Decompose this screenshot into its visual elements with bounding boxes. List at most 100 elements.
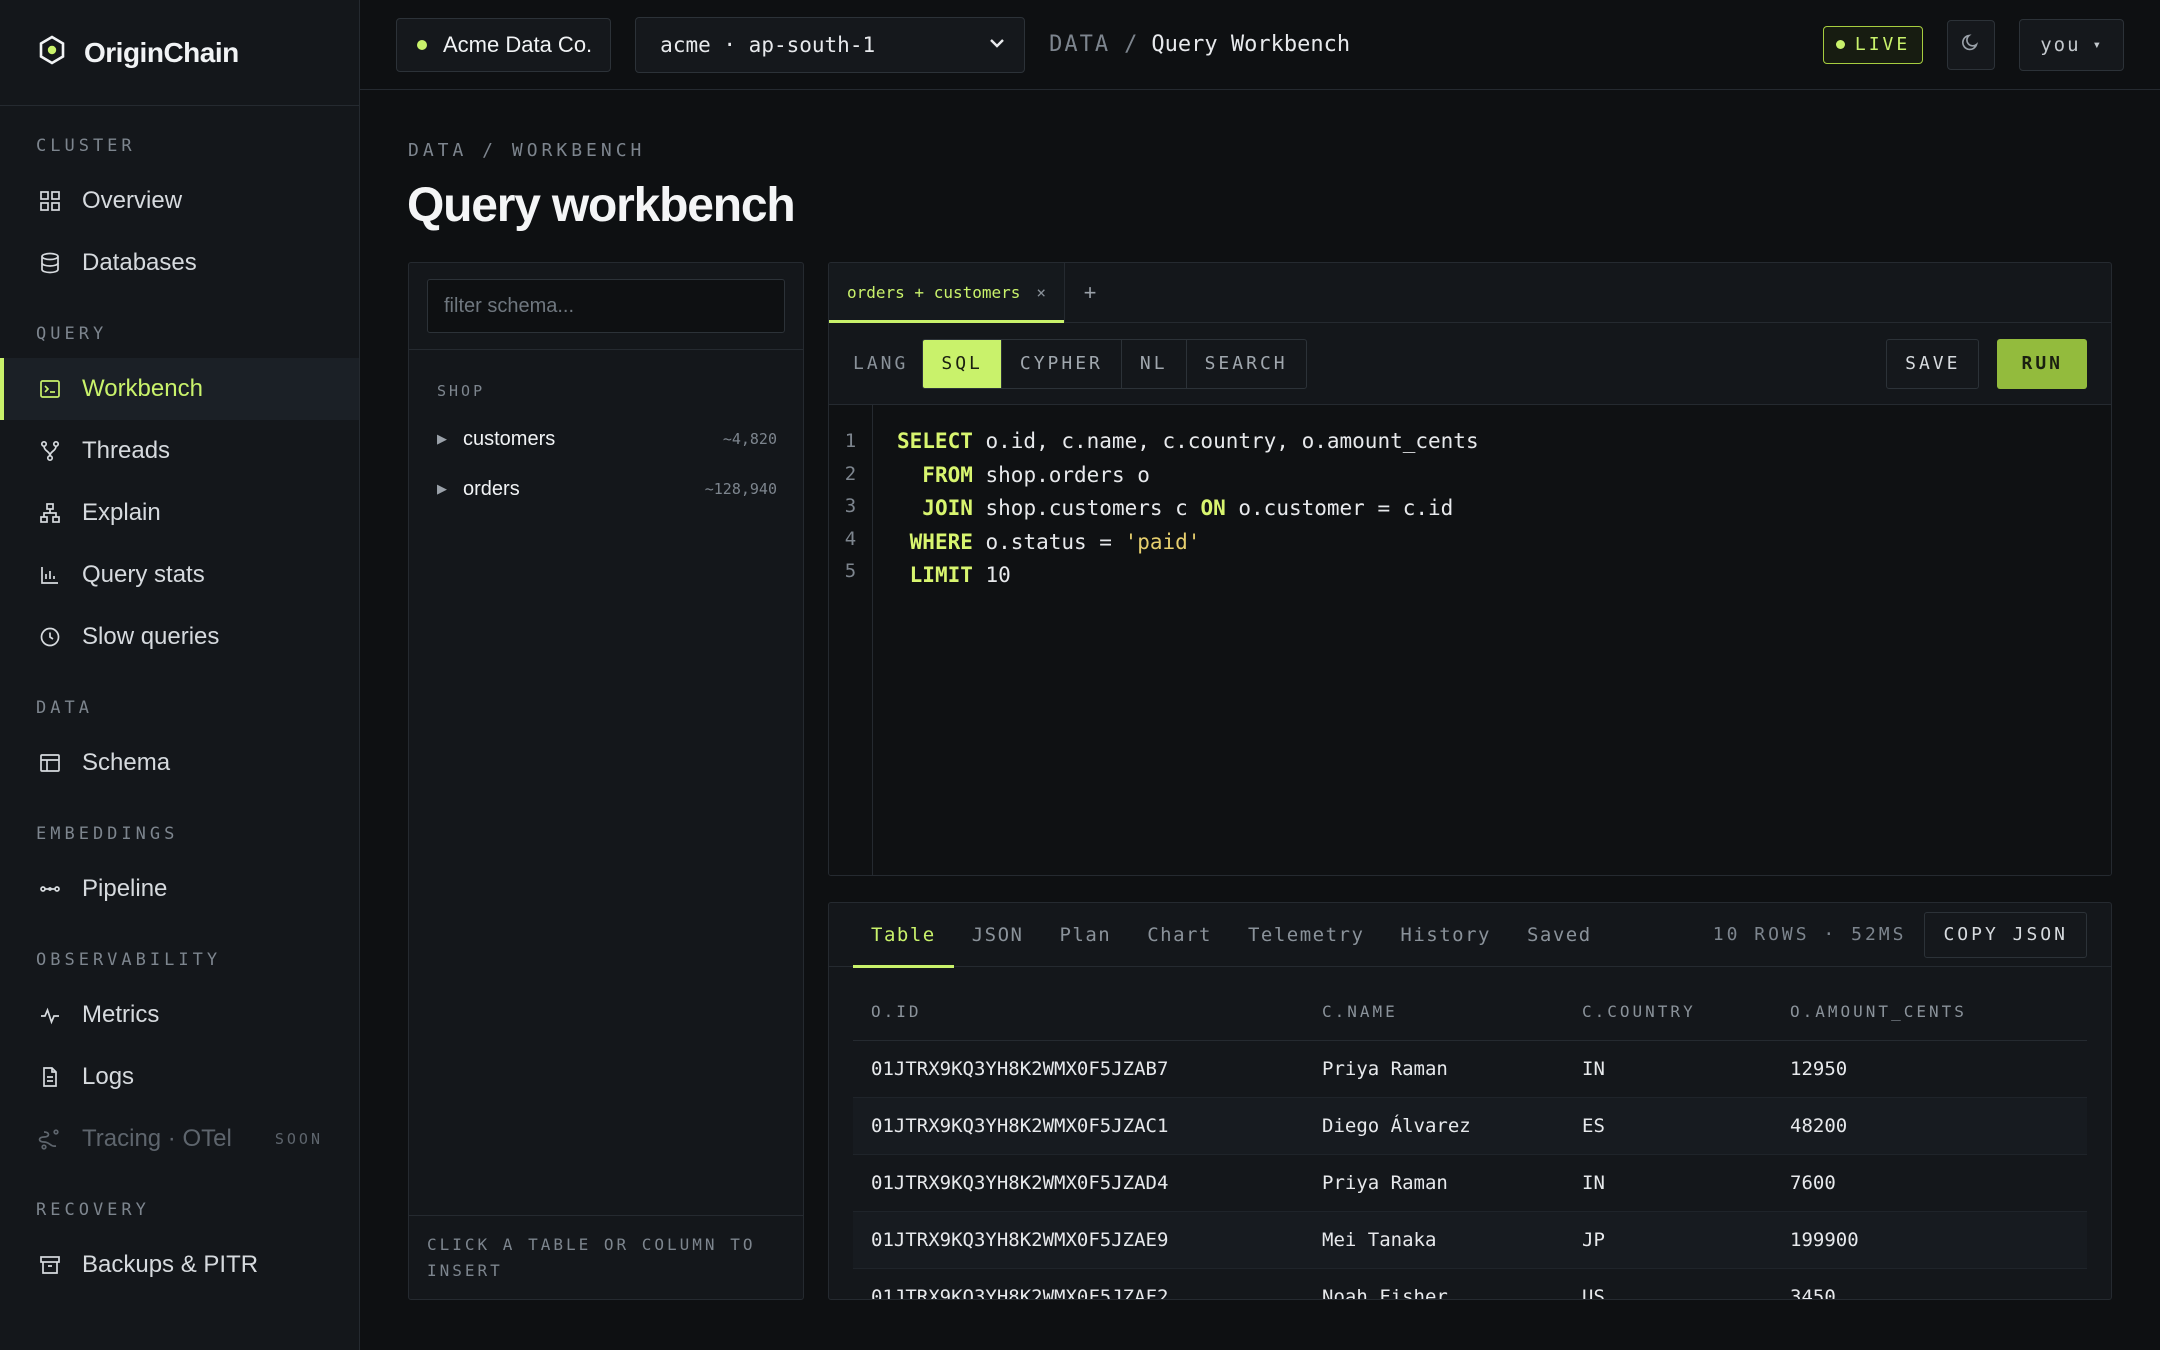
- table-cell: 01JTRX9KQ3YH8K2WMX0F5JZAD4: [871, 1172, 1169, 1194]
- schema-filter-input[interactable]: [427, 279, 785, 333]
- breadcrumb-current: Query Workbench: [1151, 32, 1351, 57]
- sidebar-nav: CLUSTER Overview Databases QUERY Workbench Th…: [0, 106, 359, 1296]
- theme-toggle-button[interactable]: [1947, 19, 1996, 70]
- column-header[interactable]: C.NAME: [1322, 1002, 1582, 1021]
- sql-keyword: ON: [1200, 496, 1226, 520]
- sql-text: o.id, c.name, c.country, o.amount_cents: [972, 429, 1479, 453]
- sql-text: 10: [972, 563, 1011, 587]
- table-cell: 01JTRX9KQ3YH8K2WMX0F5JZAE9: [871, 1229, 1169, 1251]
- results-tab-history[interactable]: History: [1382, 903, 1509, 967]
- column-header[interactable]: O.AMOUNT_CENTS: [1790, 1002, 2087, 1021]
- org-switcher[interactable]: Acme Data Co.: [396, 17, 612, 72]
- results-tab-table[interactable]: Table: [853, 903, 954, 968]
- sidebar-item-pipeline[interactable]: Pipeline: [0, 858, 359, 920]
- sidebar-item-explain[interactable]: Explain: [0, 482, 359, 544]
- table-row[interactable]: 01JTRX9KQ3YH8K2WMX0F5JZAF2 Noah Fisher US 3…: [853, 1269, 2087, 1300]
- close-icon[interactable]: ×: [1036, 283, 1046, 302]
- lang-option-sql[interactable]: SQL: [923, 339, 1001, 388]
- line-number: 3: [844, 495, 857, 517]
- sidebar-item-label: Tracing · OTel: [82, 1125, 232, 1152]
- schema-table-customers[interactable]: ▶ customers ~4,820: [409, 414, 803, 464]
- logo-hexagon-icon: [36, 34, 68, 71]
- live-badge: LIVE: [1822, 25, 1924, 64]
- column-header[interactable]: O.ID: [853, 1002, 1322, 1021]
- results-tab-plan[interactable]: Plan: [1041, 903, 1129, 967]
- table-row[interactable]: 01JTRX9KQ3YH8K2WMX0F5JZAC1 Diego Álvarez E…: [853, 1098, 2087, 1155]
- nav-section-label: RECOVERY: [36, 1200, 150, 1220]
- sidebar-item-label: Overview: [82, 187, 183, 214]
- schema-table-count: ~128,940: [704, 480, 777, 498]
- schema-table-count: ~4,820: [722, 430, 777, 448]
- results-tab-json[interactable]: JSON: [954, 903, 1042, 967]
- nav-section-label: OBSERVABILITY: [36, 950, 222, 970]
- lang-option-search[interactable]: SEARCH: [1185, 339, 1306, 388]
- cluster-value: acme · ap-south-1: [660, 32, 876, 57]
- sql-text: shop.orders o: [972, 462, 1150, 487]
- table-cell: US: [1582, 1286, 1605, 1300]
- run-button[interactable]: RUN: [1997, 338, 2087, 389]
- editor-panel: orders + customers × + LANG SQL CYPHER NL S…: [828, 262, 2112, 876]
- sidebar-item-workbench[interactable]: Workbench: [0, 358, 359, 420]
- branch-icon: [38, 439, 62, 463]
- nav-section: QUERY Workbench Threads Explain Query stats S…: [0, 294, 359, 668]
- code-editor[interactable]: 1 2 3 4 5 SELECT o.id, c.name, c.country, o.…: [829, 405, 2111, 875]
- table-cell: 01JTRX9KQ3YH8K2WMX0F5JZAF2: [871, 1286, 1169, 1300]
- sidebar-item-label: Explain: [82, 499, 161, 526]
- table-cell: ES: [1582, 1115, 1605, 1137]
- line-number: 4: [844, 527, 857, 550]
- sidebar-item-threads[interactable]: Threads: [0, 420, 359, 482]
- sidebar-item-metrics[interactable]: Metrics: [0, 984, 359, 1046]
- nav-section: RECOVERY Backups & PITR: [0, 1170, 359, 1296]
- copy-json-button[interactable]: COPY JSON: [1924, 911, 2087, 958]
- sidebar-item-label: Backups & PITR: [82, 1251, 259, 1278]
- schema-table-orders[interactable]: ▶ orders ~128,940: [409, 464, 803, 514]
- breadcrumb-section[interactable]: DATA: [1049, 32, 1110, 57]
- editor-tab-label: orders + customers: [847, 283, 1021, 302]
- org-name: Acme Data Co.: [443, 31, 593, 57]
- brand[interactable]: OriginChain: [0, 0, 359, 106]
- sidebar-item-backups-pitr[interactable]: Backups & PITR: [0, 1234, 359, 1296]
- sidebar-item-overview[interactable]: Overview: [0, 170, 359, 232]
- trace-icon: [38, 1127, 62, 1151]
- sidebar-item-label: Pipeline: [82, 875, 168, 902]
- table-row[interactable]: 01JTRX9KQ3YH8K2WMX0F5JZAD4 Priya Raman IN 7…: [853, 1155, 2087, 1212]
- sidebar-item-slow-queries[interactable]: Slow queries: [0, 606, 359, 668]
- table-cell: IN: [1582, 1058, 1605, 1080]
- sidebar: OriginChain CLUSTER Overview Databases QUER…: [0, 0, 360, 1350]
- add-tab-button[interactable]: +: [1065, 263, 1115, 322]
- user-menu-button[interactable]: you ▾: [2019, 18, 2124, 71]
- cluster-select[interactable]: acme · ap-south-1: [635, 16, 1026, 73]
- table-icon: [38, 751, 62, 775]
- results-tab-telemetry[interactable]: Telemetry: [1230, 903, 1382, 967]
- table-row[interactable]: 01JTRX9KQ3YH8K2WMX0F5JZAE9 Mei Tanaka JP 19…: [853, 1212, 2087, 1269]
- table-cell: Priya Raman: [1322, 1172, 1448, 1194]
- editor-tab[interactable]: orders + customers ×: [829, 263, 1066, 323]
- sidebar-item-label: Databases: [82, 249, 197, 276]
- sidebar-item-label: Metrics: [82, 1001, 160, 1028]
- nav-section: DATA Schema: [0, 668, 359, 794]
- lang-option-cypher[interactable]: CYPHER: [1000, 339, 1121, 388]
- table-cell: Mei Tanaka: [1322, 1229, 1437, 1251]
- lang-option-nl[interactable]: NL: [1120, 339, 1186, 388]
- sidebar-item-query-stats[interactable]: Query stats: [0, 544, 359, 606]
- breadcrumb: DATA / Query Workbench: [1049, 32, 1350, 57]
- editor-tabs: orders + customers × +: [829, 263, 2111, 323]
- nav-section: CLUSTER Overview Databases: [0, 106, 359, 294]
- sidebar-item-schema[interactable]: Schema: [0, 732, 359, 794]
- column-header[interactable]: C.COUNTRY: [1582, 1002, 1790, 1021]
- schema-group-label: SHOP: [437, 382, 486, 400]
- code-text[interactable]: SELECT o.id, c.name, c.country, o.amount…: [873, 405, 1479, 875]
- bar-chart-icon: [38, 563, 62, 587]
- results-meta: 10 ROWS · 52MS: [1712, 924, 1907, 945]
- table-cell: 48200: [1790, 1115, 1848, 1137]
- sidebar-item-logs[interactable]: Logs: [0, 1046, 359, 1108]
- table-row[interactable]: 01JTRX9KQ3YH8K2WMX0F5JZAB7 Priya Raman IN 1…: [853, 1041, 2087, 1098]
- results-tab-chart[interactable]: Chart: [1129, 903, 1230, 967]
- sidebar-item-databases[interactable]: Databases: [0, 232, 359, 294]
- results-tab-saved[interactable]: Saved: [1509, 903, 1610, 967]
- topbar-actions: LIVE you ▾: [1822, 18, 2124, 71]
- save-button[interactable]: SAVE: [1886, 338, 1980, 389]
- editor-toolbar: LANG SQL CYPHER NL SEARCH SAVE RUN: [829, 323, 2111, 405]
- lang-switcher: SQL CYPHER NL SEARCH: [922, 338, 1307, 389]
- results-tabs: Table JSON Plan Chart Telemetry History Saved 1…: [829, 903, 2111, 968]
